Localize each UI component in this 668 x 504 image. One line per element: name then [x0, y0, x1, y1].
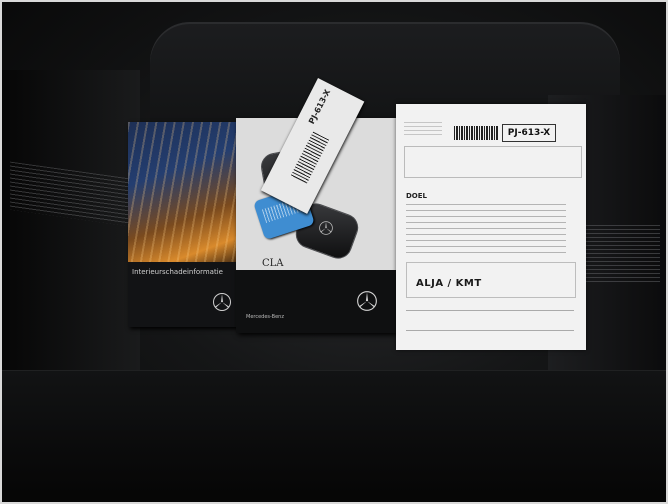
tag-plate-number: PJ-613-X	[307, 87, 333, 126]
sheet-plate-number: PJ-613-X	[502, 124, 556, 142]
car-seat-photo: Interieurschadeinformatie CLA instructie…	[0, 0, 668, 504]
sheet-section-heading: DOEL	[406, 192, 428, 200]
sheet-barcode	[454, 126, 499, 140]
sheet-vehicle-box	[404, 146, 582, 178]
manual-brand: Mercedes-Benz	[246, 314, 284, 320]
sheet-checklist	[406, 204, 566, 258]
mercedes-star-icon	[213, 293, 231, 311]
sheet-logo	[404, 122, 442, 138]
sheet-name: ALJA / KMT	[416, 278, 482, 289]
seat-cushion	[0, 370, 668, 504]
booklet-cover-photo	[128, 122, 246, 262]
mercedes-star-icon	[357, 291, 377, 311]
booklet-caption: Interieurschadeinformatie	[132, 268, 223, 276]
mercedes-star-icon	[319, 221, 333, 235]
sheet-rule	[406, 310, 574, 311]
tag-barcode	[290, 131, 330, 185]
sheet-rule	[406, 330, 574, 331]
interior-booklet: Interieurschadeinformatie	[128, 122, 246, 327]
service-sheet: PJ-613-X DOEL ALJA / KMT	[396, 104, 586, 350]
seat-left-bolster	[0, 70, 140, 400]
